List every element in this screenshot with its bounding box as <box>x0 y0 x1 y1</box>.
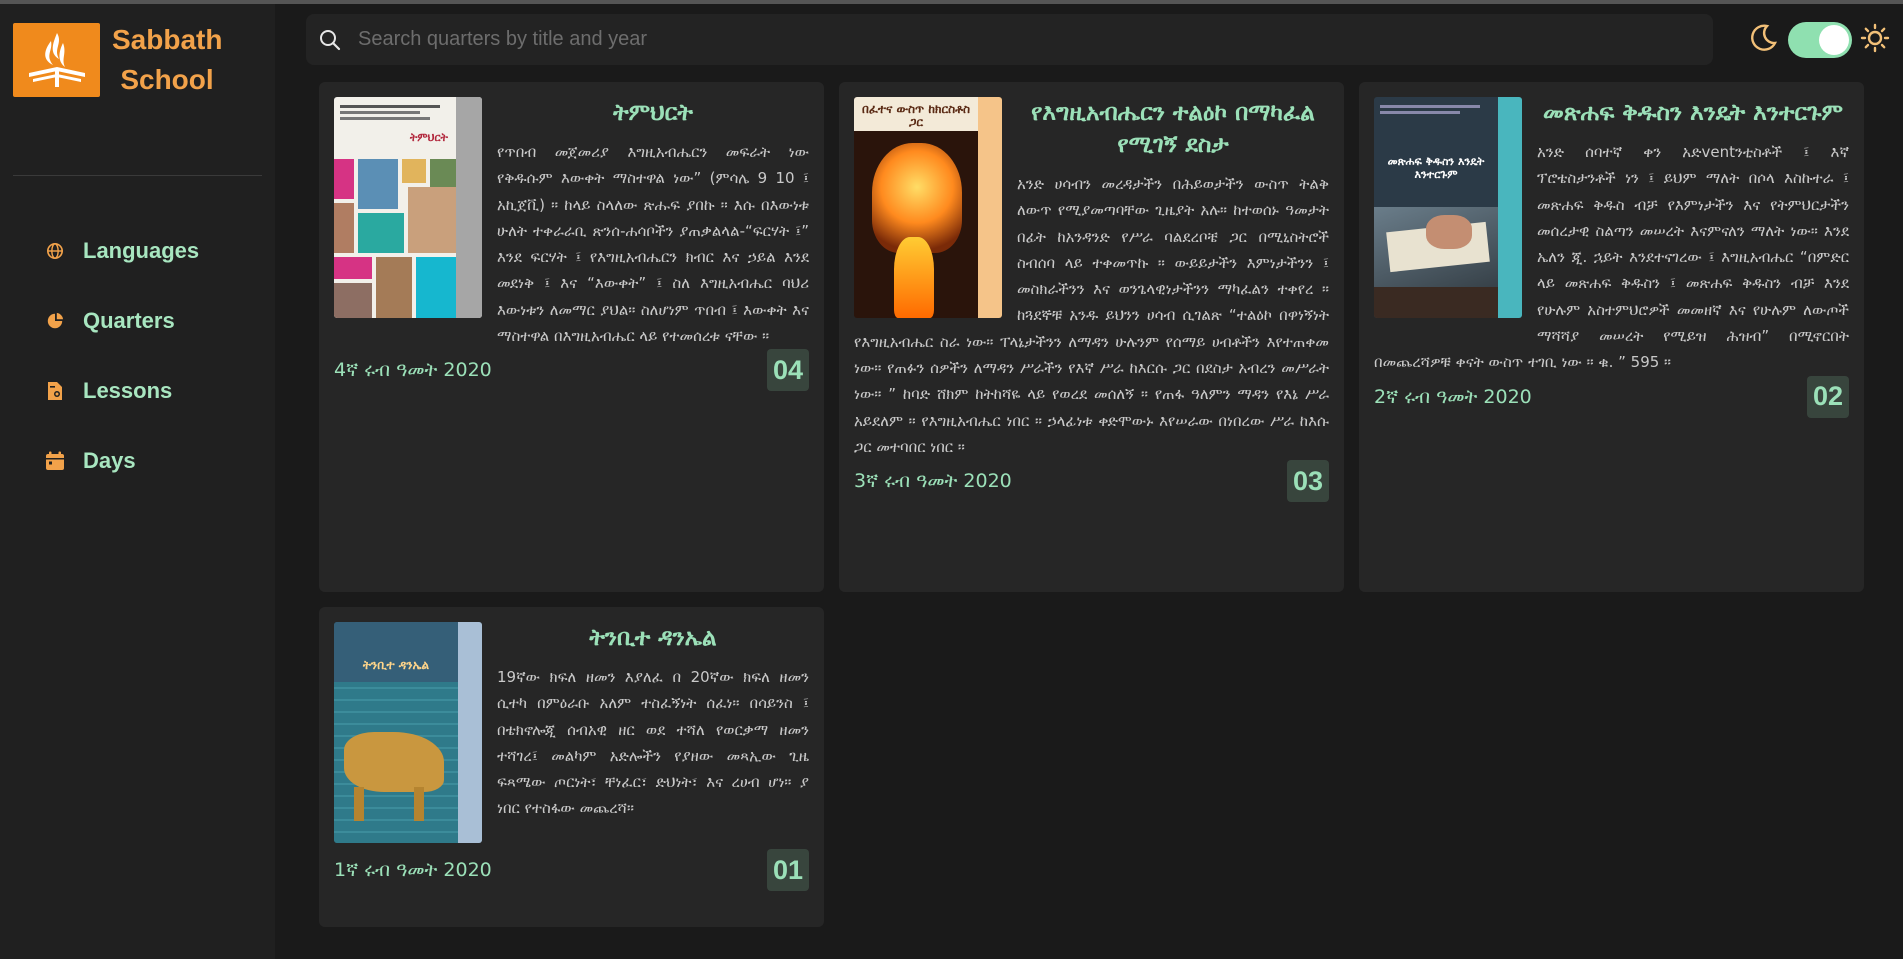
calendar-icon <box>44 450 66 472</box>
card-date: 2ኛ ሩብ ዓመት 2020 <box>1374 385 1532 408</box>
sidebar-item-languages[interactable]: Languages <box>0 216 275 286</box>
cover-image: ትንቢተ ዳንኤል <box>334 622 482 843</box>
quarter-number-badge: 01 <box>767 849 809 891</box>
card-date: 4ኛ ሩብ ዓመት 2020 <box>334 359 492 382</box>
brand-line2: School <box>120 64 214 95</box>
quarter-number-badge: 02 <box>1807 375 1849 418</box>
cover-image: መጽሐፍ ቅዱስን እንዴት እንተርጉም <box>1374 97 1522 318</box>
quarter-card[interactable]: ትንቢተ ዳንኤል ትንቢተ ዳንኤል 19ኛው ክፍለ ዘመን እያለፈ በ … <box>319 607 824 927</box>
cover-title: ትምህርት <box>409 131 448 144</box>
theme-switch <box>1748 22 1890 58</box>
theme-toggle[interactable] <box>1788 22 1852 58</box>
sda-logo-icon <box>13 23 100 97</box>
sidebar-nav: Languages Quarters Lessons Days <box>0 216 275 496</box>
cover-image: ትምህርት <box>334 97 482 318</box>
quarter-card[interactable]: በፈተና ውስጥ ከክርስቶስ ጋር የእግዚአብሔርን ተልዕኮ በማካፈል … <box>839 82 1344 592</box>
sidebar-item-label: Days <box>83 448 136 473</box>
toggle-knob <box>1819 25 1849 55</box>
quarter-number-badge: 04 <box>767 349 809 392</box>
document-icon <box>44 380 66 402</box>
quarter-number-badge: 03 <box>1287 460 1329 503</box>
pie-icon <box>44 310 66 332</box>
brand-line1: Sabbath <box>112 24 223 55</box>
sidebar: Sabbath School Languages Quarters Lesson… <box>0 4 275 959</box>
quarter-card[interactable]: መጽሐፍ ቅዱስን እንዴት እንተርጉም መጽሐፍ ቅዱስን እንዴት እንተ… <box>1359 82 1864 592</box>
globe-icon <box>44 240 66 262</box>
sun-icon <box>1860 23 1890 58</box>
card-date: 3ኛ ሩብ ዓመት 2020 <box>854 470 1012 493</box>
card-footer: 1ኛ ሩብ ዓመት 2020 01 <box>334 849 809 909</box>
cover-title: ትንቢተ ዳንኤል <box>362 658 430 672</box>
search-bar <box>306 14 1713 65</box>
sidebar-item-days[interactable]: Days <box>0 426 275 496</box>
quarter-card[interactable]: ትምህርት ትምህርት የጥበብ መጀመሪያ እግዚአብሔርን መፍራት ነው … <box>319 82 824 592</box>
search-icon <box>318 28 342 52</box>
card-footer: 4ኛ ሩብ ዓመት 2020 04 <box>334 349 809 409</box>
search-input[interactable] <box>358 28 1658 51</box>
moon-icon <box>1748 23 1778 58</box>
card-date: 1ኛ ሩብ ዓመት 2020 <box>334 859 492 881</box>
brand-name: Sabbath School <box>112 20 222 100</box>
sidebar-item-quarters[interactable]: Quarters <box>0 286 275 356</box>
sidebar-item-lessons[interactable]: Lessons <box>0 356 275 426</box>
sidebar-item-label: Quarters <box>83 308 175 333</box>
brand[interactable]: Sabbath School <box>0 4 275 116</box>
cover-title: መጽሐፍ ቅዱስን እንዴት እንተርጉም <box>1387 155 1485 181</box>
card-footer: 3ኛ ሩብ ዓመት 2020 03 <box>854 460 1329 520</box>
cover-title: በፈተና ውስጥ ከክርስቶስ ጋር <box>861 102 971 129</box>
sidebar-divider <box>13 175 262 176</box>
sidebar-item-label: Lessons <box>83 378 173 403</box>
sidebar-item-label: Languages <box>83 238 200 263</box>
card-footer: 2ኛ ሩብ ዓመት 2020 02 <box>1374 375 1849 436</box>
cover-image: በፈተና ውስጥ ከክርስቶስ ጋር <box>854 97 1002 318</box>
